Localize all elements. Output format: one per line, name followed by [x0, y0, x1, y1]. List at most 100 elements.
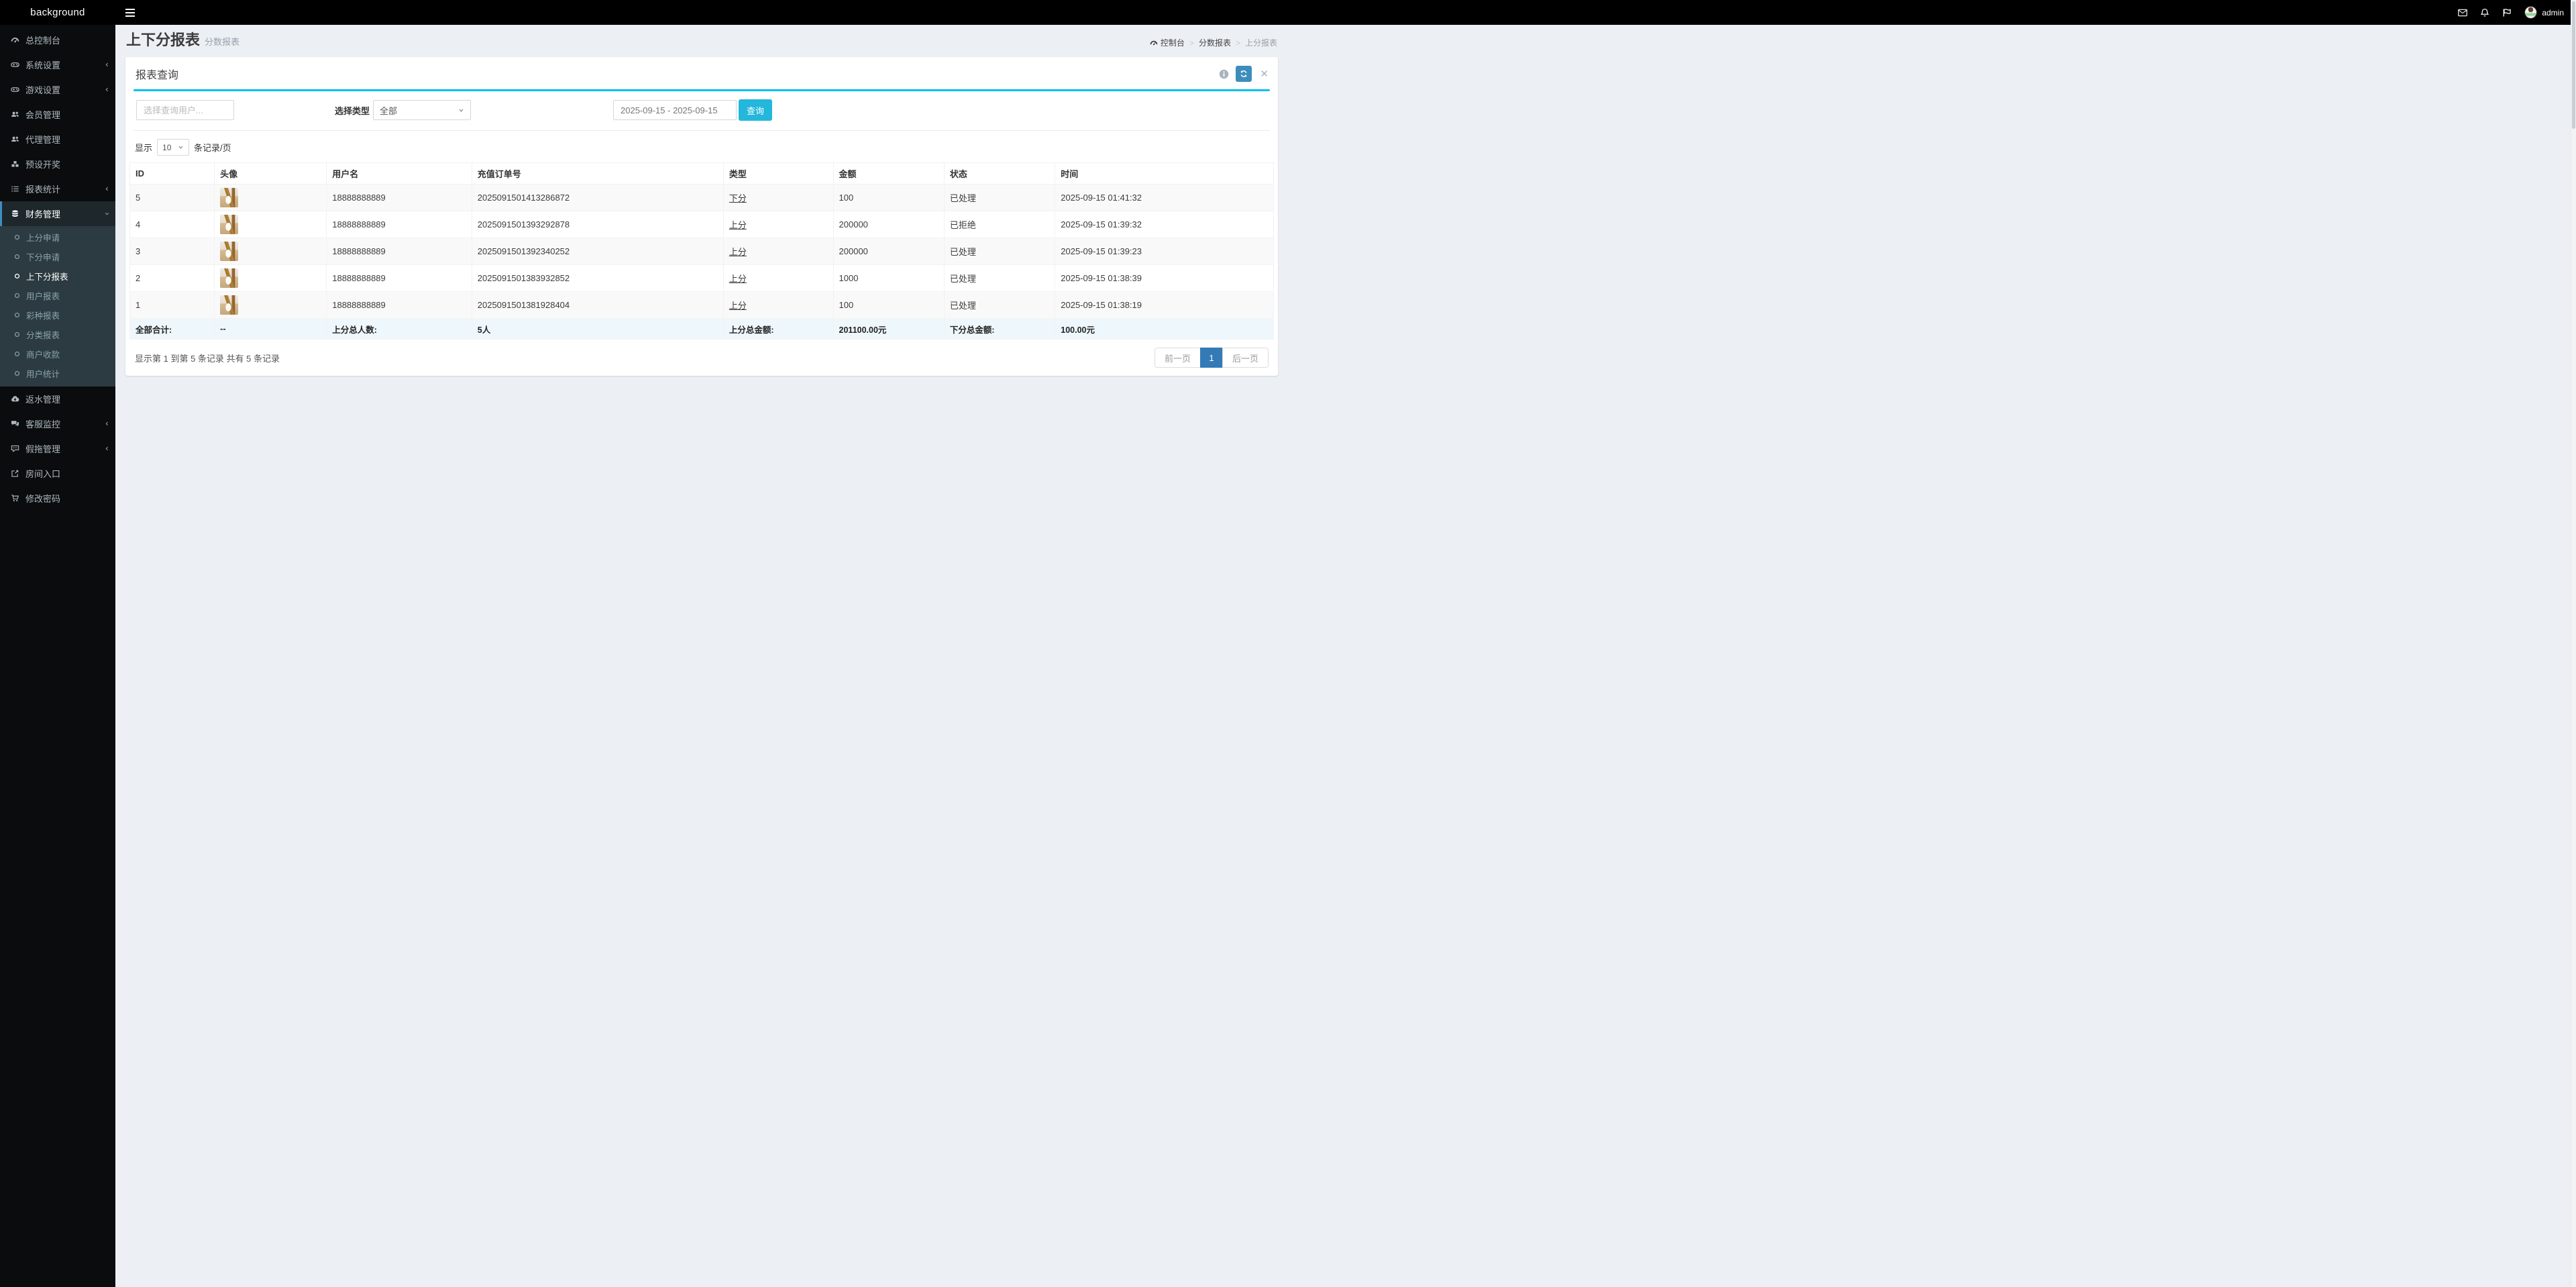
chevron-down-icon: [458, 107, 464, 113]
cubes-icon: [11, 161, 19, 167]
chevron-left-icon: [104, 186, 110, 192]
info-icon[interactable]: [1219, 69, 1229, 79]
user-menu[interactable]: admin: [2524, 6, 2564, 19]
cell-id: 5: [129, 184, 215, 211]
sidebar-toggle-button[interactable]: [123, 6, 138, 19]
database-icon: [12, 210, 18, 217]
search-button[interactable]: 查询: [739, 99, 773, 121]
brand-logo[interactable]: background: [0, 7, 115, 18]
panel-title: 报表查询: [136, 70, 179, 81]
sidebar-item-change-password[interactable]: 修改密码: [0, 486, 115, 511]
cell-status: 已处理: [943, 264, 1056, 292]
sidebar: 总控制台 系统设置 游戏设置 会员管理 代理管理 预设开奖 报表统计 财务管理 …: [0, 25, 115, 1287]
cell-order: 2025091501413286872: [471, 184, 724, 211]
cell-username: 18888888889: [326, 264, 472, 292]
sidebar-item-agents[interactable]: 代理管理: [0, 127, 115, 152]
sidebar-item-debit-request[interactable]: 下分申请: [0, 247, 115, 266]
column-header-amount: 金额: [833, 162, 945, 185]
summary-row: 全部合计: -- 上分总人数: 5人 上分总金额: 201100.00元 下分总…: [129, 318, 1274, 340]
cell-amount: 100: [833, 184, 945, 211]
pagination: 前一页 1 后一页: [1154, 348, 1269, 368]
cell-time: 2025-09-15 01:41:32: [1055, 184, 1274, 211]
sidebar-item-rebate[interactable]: 返水管理: [0, 387, 115, 411]
table-row: 5 18888888889 2025091501413286872 下分 100…: [129, 184, 1274, 211]
table-row: 3 18888888889 2025091501392340252 上分 200…: [129, 238, 1274, 265]
sidebar-item-user-report[interactable]: 用户报表: [0, 286, 115, 305]
sidebar-item-report-stats[interactable]: 报表统计: [0, 176, 115, 201]
breadcrumb-score-report[interactable]: 分数报表: [1199, 37, 1231, 48]
cell-type: 上分: [722, 238, 834, 265]
sidebar-item-merchant-collection[interactable]: 商户收款: [0, 344, 115, 364]
sidebar-item-system-settings[interactable]: 系统设置: [0, 52, 115, 77]
chevron-left-icon: [104, 421, 110, 427]
cell-id: 2: [129, 264, 215, 292]
current-page-button[interactable]: 1: [1199, 348, 1223, 368]
cell-type: 上分: [722, 291, 834, 319]
sidebar-item-credit-request[interactable]: 上分申请: [0, 227, 115, 247]
sidebar-item-fake-drag[interactable]: 假拖管理: [0, 436, 115, 461]
date-range-input[interactable]: [613, 100, 737, 120]
share-icon: [11, 470, 19, 477]
gauge-icon: [1150, 40, 1158, 45]
cell-status: 已处理: [943, 291, 1056, 319]
sidebar-item-members[interactable]: 会员管理: [0, 102, 115, 127]
cell-status: 已处理: [943, 238, 1056, 265]
envelope-icon[interactable]: [2458, 8, 2468, 17]
gamepad-icon: [11, 62, 19, 67]
sidebar-item-finance[interactable]: 财务管理: [0, 201, 115, 226]
prev-page-button[interactable]: 前一页: [1154, 348, 1201, 368]
finance-submenu: 上分申请 下分申请 上下分报表 用户报表 彩种报表 分类报表 商户收款 用户统计: [0, 226, 115, 387]
page-size-row: 显示 10 条记录/页: [125, 131, 1278, 161]
scrollbar[interactable]: [2571, 0, 2576, 1287]
page-size-select[interactable]: 10: [157, 139, 190, 156]
sidebar-item-category-report[interactable]: 分类报表: [0, 325, 115, 344]
refresh-button[interactable]: [1236, 66, 1252, 82]
top-navbar: background admin: [0, 0, 2576, 25]
chevron-down-icon: [178, 144, 184, 150]
flag-icon[interactable]: [2502, 8, 2512, 17]
sidebar-item-service-monitor[interactable]: 客服监控: [0, 411, 115, 436]
table-header-row: ID 头像 用户名 充值订单号 类型 金额 状态 时间: [129, 162, 1274, 185]
summary-total-label: 全部合计:: [129, 318, 215, 340]
column-header-type: 类型: [722, 162, 834, 185]
summary-credit-amount-label: 上分总金额:: [722, 318, 834, 340]
next-page-button[interactable]: 后一页: [1222, 348, 1269, 368]
comment-dots-icon: [11, 445, 19, 453]
sidebar-item-game-settings[interactable]: 游戏设置: [0, 77, 115, 102]
cell-avatar: [214, 264, 327, 292]
cloud-download-icon: [11, 396, 19, 402]
sidebar-item-lottery-report[interactable]: 彩种报表: [0, 305, 115, 325]
users-icon: [11, 136, 19, 142]
column-header-time: 时间: [1055, 162, 1274, 185]
type-select[interactable]: 全部: [373, 100, 472, 120]
cell-avatar: [214, 184, 327, 211]
column-header-status: 状态: [943, 162, 1056, 185]
cell-id: 4: [129, 211, 215, 238]
sidebar-item-dashboard[interactable]: 总控制台: [0, 28, 115, 52]
panel-tools: ✕: [1219, 66, 1270, 82]
circle-o-icon: [14, 254, 20, 260]
row-avatar-image: [220, 268, 239, 288]
column-header-order: 充值订单号: [471, 162, 724, 185]
circle-o-icon: [14, 273, 20, 279]
cell-amount: 200000: [833, 238, 945, 265]
user-search-input[interactable]: [136, 100, 234, 120]
sidebar-item-credit-debit-report[interactable]: 上下分报表: [0, 266, 115, 286]
cell-order: 2025091501392340252: [471, 238, 724, 265]
circle-o-icon: [14, 312, 20, 318]
report-table: ID 头像 用户名 充值订单号 类型 金额 状态 时间 5 1888888888…: [129, 162, 1274, 340]
sidebar-item-room-entrance[interactable]: 房间入口: [0, 461, 115, 486]
cell-time: 2025-09-15 01:38:39: [1055, 264, 1274, 292]
summary-credit-count-label: 上分总人数:: [326, 318, 472, 340]
summary-credit-count-value: 5人: [471, 318, 724, 340]
close-icon[interactable]: ✕: [1258, 69, 1270, 79]
breadcrumb-current: 上分报表: [1244, 38, 1277, 48]
sidebar-item-user-stats[interactable]: 用户统计: [0, 364, 115, 383]
breadcrumb-home[interactable]: 控制台: [1150, 37, 1185, 48]
bell-icon[interactable]: [2480, 8, 2489, 17]
sidebar-item-preset-draw[interactable]: 预设开奖: [0, 152, 115, 176]
scrollbar-thumb[interactable]: [2572, 1, 2575, 129]
filter-bar: 选择类型 全部 查询: [133, 89, 1270, 131]
page-size-prefix: 显示: [135, 143, 153, 153]
circle-o-icon: [14, 370, 20, 376]
